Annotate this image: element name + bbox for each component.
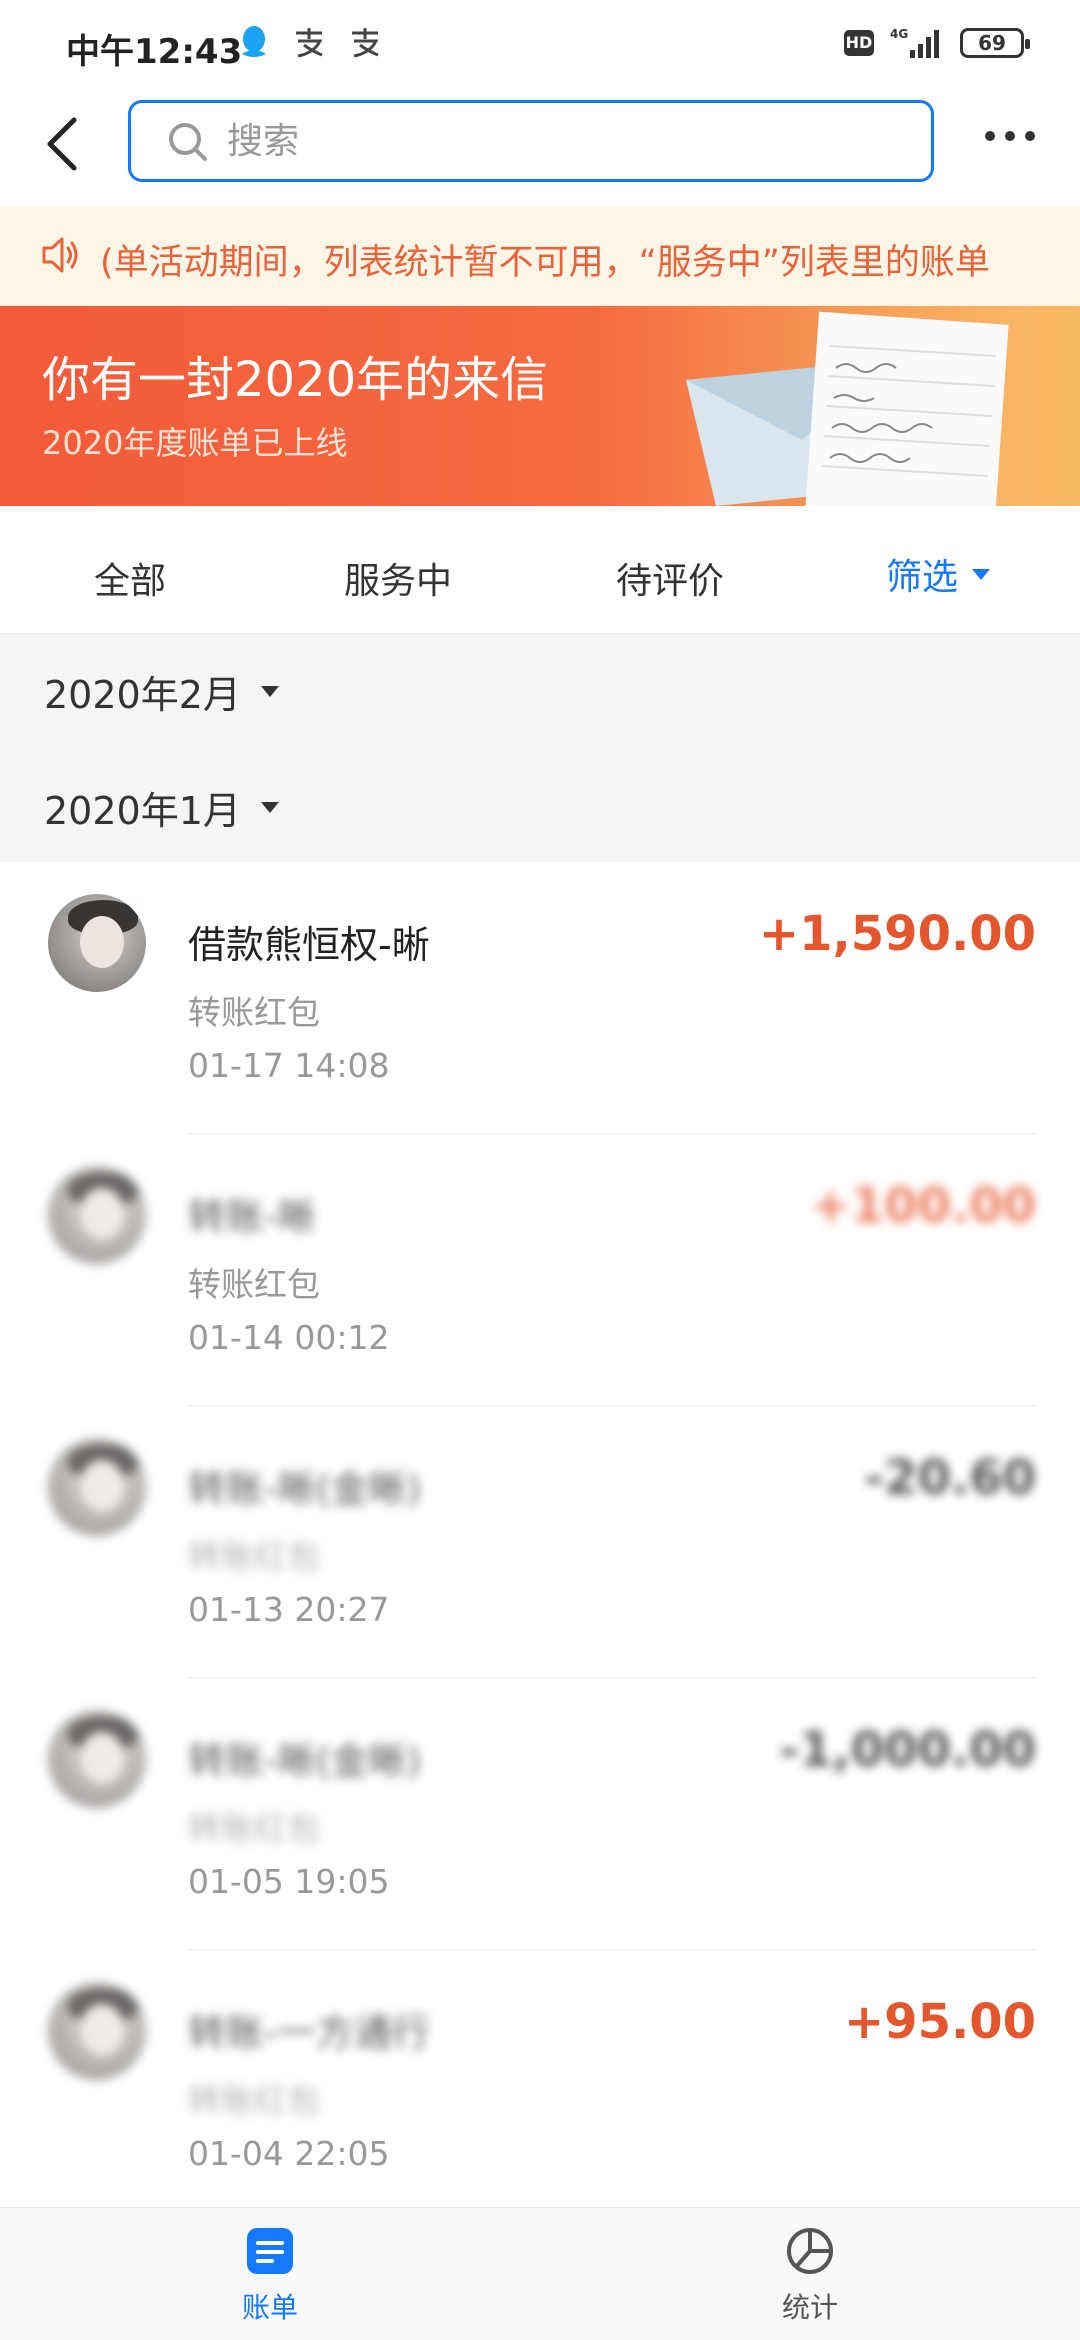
caret-down-icon: [260, 686, 279, 697]
system-status: HD 4G 69: [844, 26, 1030, 60]
bill-icon: [247, 2228, 293, 2274]
hd-icon: HD: [844, 30, 874, 56]
notice-text: (单活动期间，列表统计暂不可用，“服务中”列表里的账单: [100, 243, 990, 283]
nav-bills-label: 账单: [241, 2291, 298, 2324]
notice-bar[interactable]: (单活动期间，列表统计暂不可用，“服务中”列表里的账单: [0, 206, 1080, 306]
transaction-time: 01-17 14:08: [188, 1046, 390, 1085]
header: [0, 92, 1080, 206]
avatar: [48, 1166, 146, 1264]
transaction-row[interactable]: 转账-一方通行 +95.00 转账红包 01-04 22:05: [0, 1950, 1080, 2222]
letter-illustration: [686, 306, 1080, 506]
transaction-category: 转账红包: [188, 1809, 320, 1848]
transaction-amount: +100.00: [810, 1178, 1036, 1234]
caret-down-icon: [972, 568, 991, 580]
search-input[interactable]: [227, 103, 887, 179]
month-sections: 2020年2月 2020年1月: [0, 634, 1080, 862]
transaction-list: 借款熊恒权-晰 +1,590.00 转账红包 01-17 14:08 转账-晰 …: [0, 862, 1080, 2207]
qq-icon: [242, 26, 266, 57]
transaction-row[interactable]: 转账-晰 +100.00 转账红包 01-14 00:12: [0, 1134, 1080, 1406]
search-icon: [169, 123, 207, 161]
nav-bills[interactable]: 账单: [170, 2226, 370, 2326]
transaction-category: 转账红包: [188, 993, 320, 1032]
transaction-title: 转账-晰(金晰): [188, 1467, 422, 1511]
signal-icon: 4G: [890, 27, 939, 58]
transaction-category: 转账红包: [188, 1265, 320, 1304]
transaction-category: 转账红包: [188, 1537, 320, 1576]
avatar: [48, 1710, 146, 1808]
transaction-time: 01-04 22:05: [188, 2134, 390, 2173]
speaker-icon: [42, 237, 78, 273]
transaction-amount: -20.60: [864, 1450, 1036, 1506]
month-header-2020-01[interactable]: 2020年1月: [44, 780, 279, 835]
chevron-left-icon: [47, 117, 77, 171]
transaction-title: 借款熊恒权-晰: [188, 923, 430, 967]
status-time: 中午12:43: [66, 32, 243, 72]
transaction-time: 01-13 20:27: [188, 1590, 390, 1629]
transaction-row[interactable]: 转账-晰(金晰) -20.60 转账红包 01-13 20:27: [0, 1406, 1080, 1678]
transaction-title: 转账-晰(金晰): [188, 1739, 422, 1783]
transaction-time: 01-05 19:05: [188, 1862, 390, 1901]
pie-chart-icon: [787, 2228, 833, 2274]
transaction-amount: +95.00: [843, 1994, 1036, 2050]
tab-to-review[interactable]: 待评价: [616, 552, 724, 604]
bottom-nav: 账单 统计: [0, 2207, 1080, 2340]
transaction-row[interactable]: 借款熊恒权-晰 +1,590.00 转账红包 01-17 14:08: [0, 862, 1080, 1134]
month-header-2020-02[interactable]: 2020年2月: [44, 664, 279, 719]
month-label: 2020年1月: [44, 789, 241, 833]
transaction-time: 01-14 00:12: [188, 1318, 390, 1357]
avatar: [48, 1982, 146, 2080]
tab-all[interactable]: 全部: [94, 552, 166, 604]
filter-button[interactable]: 筛选: [886, 548, 991, 600]
svg-text:4G: 4G: [890, 27, 908, 41]
nav-stats[interactable]: 统计: [710, 2226, 910, 2326]
transaction-category: 转账红包: [188, 2081, 320, 2120]
transaction-amount: -1,000.00: [779, 1722, 1036, 1778]
notification-icons: [238, 24, 382, 60]
transaction-title: 转账-晰: [188, 1195, 316, 1239]
alipay-icon: [352, 28, 379, 58]
transaction-title: 转账-一方通行: [188, 2011, 430, 2055]
more-button[interactable]: [980, 126, 1040, 166]
avatar: [48, 894, 146, 992]
nav-stats-label: 统计: [781, 2291, 838, 2324]
tab-in-service[interactable]: 服务中: [344, 552, 452, 604]
battery-indicator: 69: [960, 28, 1030, 58]
avatar: [48, 1438, 146, 1536]
transaction-row[interactable]: 转账-晰(金晰) -1,000.00 转账红包 01-05 19:05: [0, 1678, 1080, 1950]
annual-bill-banner[interactable]: 你有一封2020年的来信 2020年度账单已上线: [0, 306, 1080, 506]
search-box[interactable]: [128, 100, 934, 182]
transaction-amount: +1,590.00: [758, 906, 1036, 962]
more-icon: [985, 131, 1035, 141]
filter-label: 筛选: [886, 557, 959, 598]
month-label: 2020年2月: [44, 673, 241, 717]
banner-subtitle: 2020年度账单已上线: [42, 424, 348, 462]
caret-down-icon: [260, 802, 279, 813]
status-bar: 中午12:43 HD 4G 69: [0, 0, 1080, 92]
back-button[interactable]: [42, 114, 102, 184]
filter-tabs: 全部 服务中 待评价 筛选: [0, 506, 1080, 634]
alipay-icon: [296, 28, 323, 58]
banner-title: 你有一封2020年的来信: [42, 352, 549, 408]
